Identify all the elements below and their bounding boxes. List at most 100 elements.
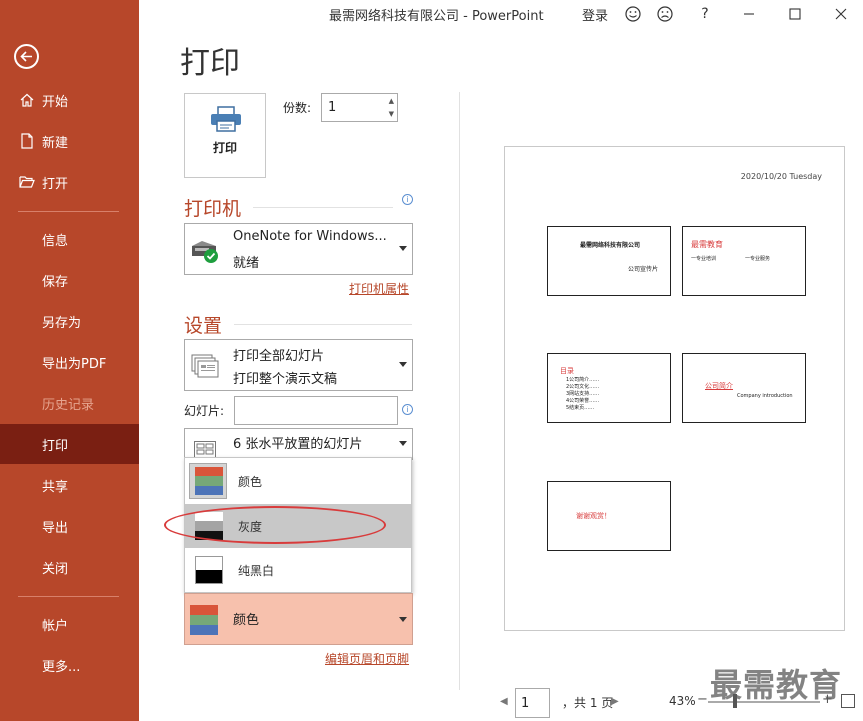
sign-in-link[interactable]: 登录 <box>582 5 608 24</box>
divider <box>253 207 393 208</box>
slides-input[interactable] <box>234 396 398 425</box>
slides-label: 幻灯片: <box>184 404 225 418</box>
print-button[interactable]: 打印 <box>184 93 266 178</box>
minimize-icon[interactable] <box>739 4 759 24</box>
spin-up-icon[interactable]: ▲ <box>389 97 394 105</box>
slide-text: 1公司简介…… <box>566 377 600 383</box>
layout-value: 6 张水平放置的幻灯片 <box>233 437 363 452</box>
slide-title: 谢谢观赏！ <box>576 512 611 520</box>
slide-text: 5结束页…… <box>566 405 595 411</box>
print-button-label: 打印 <box>212 141 237 155</box>
slides-stack-icon <box>191 354 219 378</box>
sidebar-item-label: 导出为PDF <box>42 356 107 372</box>
sidebar-item-home[interactable]: 开始 <box>0 80 139 120</box>
chevron-down-icon <box>399 246 407 251</box>
spin-down-icon[interactable]: ▼ <box>389 110 394 118</box>
sidebar-item-new[interactable]: 新建 <box>0 121 139 161</box>
divider <box>234 324 412 325</box>
sidebar-item-share[interactable]: 共享 <box>0 465 139 505</box>
sidebar-item-save[interactable]: 保存 <box>0 260 139 300</box>
sidebar-item-open[interactable]: 打开 <box>0 162 139 202</box>
sidebar-item-label: 保存 <box>42 274 69 290</box>
slide-subtitle: Company introduction <box>737 393 793 399</box>
layout-dropdown[interactable]: 6 张水平放置的幻灯片 <box>184 428 413 461</box>
color-option-grayscale[interactable]: 灰度 <box>185 504 411 548</box>
home-icon <box>18 91 36 109</box>
sidebar-item-export-pdf[interactable]: 导出为PDF <box>0 342 139 382</box>
window-title: 最需网络科技有限公司 - PowerPoint <box>329 9 544 24</box>
zoom-level: 43% <box>669 694 696 708</box>
print-range-desc: 打印整个演示文稿 <box>233 372 338 387</box>
color-option-pure-bw[interactable]: 纯黑白 <box>185 548 411 592</box>
info-icon[interactable]: i <box>402 194 413 205</box>
maximize-icon[interactable] <box>785 4 805 24</box>
slide-subtitle: 公司宣传片 <box>628 266 659 273</box>
page-total: ，共 1 页 <box>562 696 614 710</box>
back-button[interactable] <box>14 44 39 69</box>
sidebar-item-label: 更多... <box>42 659 81 675</box>
zoom-out-icon[interactable]: − <box>697 692 708 707</box>
sidebar-item-label: 信息 <box>42 233 69 249</box>
slide-thumbnail-1: 最需网络科技有限公司 公司宣传片 <box>547 226 671 296</box>
previous-page-icon[interactable]: ◀ <box>500 696 508 707</box>
color-options-list: 颜色 灰度 纯黑白 <box>184 457 412 593</box>
slide-text: 一专业培训 <box>691 256 717 262</box>
sidebar-item-label: 开始 <box>42 94 69 110</box>
sidebar-item-label: 共享 <box>42 479 69 495</box>
slide-text: 4公司荣誉…… <box>566 398 600 404</box>
sidebar-item-save-as[interactable]: 另存为 <box>0 301 139 341</box>
color-dropdown[interactable]: 颜色 <box>184 593 413 645</box>
new-document-icon <box>18 132 36 150</box>
sidebar-item-print[interactable]: 打印 <box>0 424 139 464</box>
sidebar-item-label: 新建 <box>42 135 69 151</box>
zoom-to-page-icon[interactable] <box>841 694 855 708</box>
printer-properties-link[interactable]: 打印机属性 <box>349 280 409 297</box>
copies-label: 份数: <box>283 101 312 115</box>
slide-title: 目录 <box>560 367 574 375</box>
chevron-down-icon <box>399 441 407 446</box>
folder-open-icon <box>18 173 36 191</box>
copies-value: 1 <box>328 100 337 115</box>
sidebar-item-label: 历史记录 <box>42 397 95 413</box>
printer-name: OneNote for Windows... <box>233 229 387 244</box>
sidebar-item-label: 导出 <box>42 520 69 536</box>
print-range-dropdown[interactable]: 打印全部幻灯片 打印整个演示文稿 <box>184 339 413 391</box>
printer-icon <box>211 106 241 132</box>
page-title: 打印 <box>180 46 240 81</box>
smile-feedback-icon[interactable] <box>623 4 643 24</box>
sidebar-item-info[interactable]: 信息 <box>0 219 139 259</box>
slide-thumbnail-2: 最需教育 一专业培训 一专业服务 <box>682 226 806 296</box>
print-range-value: 打印全部幻灯片 <box>233 349 325 364</box>
watermark: 最需教育 <box>710 666 843 704</box>
help-icon[interactable]: ? <box>695 4 715 24</box>
preview-date: 2020/10/20 Tuesday <box>740 172 822 181</box>
frown-feedback-icon[interactable] <box>655 4 675 24</box>
backstage-sidebar: 开始 新建 打开 信息 保存 另存为 导出为PDF 历史记录 打印 共享 导出 … <box>0 0 139 721</box>
sidebar-item-close[interactable]: 关闭 <box>0 547 139 587</box>
sidebar-item-more[interactable]: 更多... <box>0 645 139 685</box>
arrow-left-icon <box>20 51 32 62</box>
sidebar-item-label: 帐户 <box>42 618 69 634</box>
copies-stepper[interactable]: 1 ▲ ▼ <box>321 93 398 122</box>
color-option-label: 颜色 <box>238 475 263 489</box>
color-option-label: 纯黑白 <box>238 564 275 578</box>
slide-text: 3网站支持…… <box>566 391 600 397</box>
sidebar-item-account[interactable]: 帐户 <box>0 604 139 644</box>
sidebar-item-label: 另存为 <box>42 315 82 331</box>
black-white-swatch-icon <box>195 556 223 584</box>
slide-thumbnail-3: 目录 1公司简介…… 2公司文化…… 3网站支持…… 4公司荣誉…… 5结束页…… <box>547 353 671 423</box>
color-selected-value: 颜色 <box>233 613 260 628</box>
slide-text: 一专业服务 <box>745 256 771 262</box>
edit-header-footer-link[interactable]: 编辑页眉和页脚 <box>325 650 409 667</box>
info-icon[interactable]: i <box>402 404 413 415</box>
divider <box>18 596 119 597</box>
next-page-icon[interactable]: ▶ <box>611 696 619 707</box>
sidebar-item-export[interactable]: 导出 <box>0 506 139 546</box>
color-option-color[interactable]: 颜色 <box>185 459 411 503</box>
page-number-input[interactable]: 1 <box>515 688 550 718</box>
close-icon[interactable] <box>831 4 851 24</box>
printer-status: 就绪 <box>233 256 260 271</box>
slide-text: 2公司文化…… <box>566 384 600 390</box>
printer-dropdown[interactable]: OneNote for Windows... 就绪 <box>184 223 413 275</box>
slide-title: 公司简介 <box>705 382 733 390</box>
